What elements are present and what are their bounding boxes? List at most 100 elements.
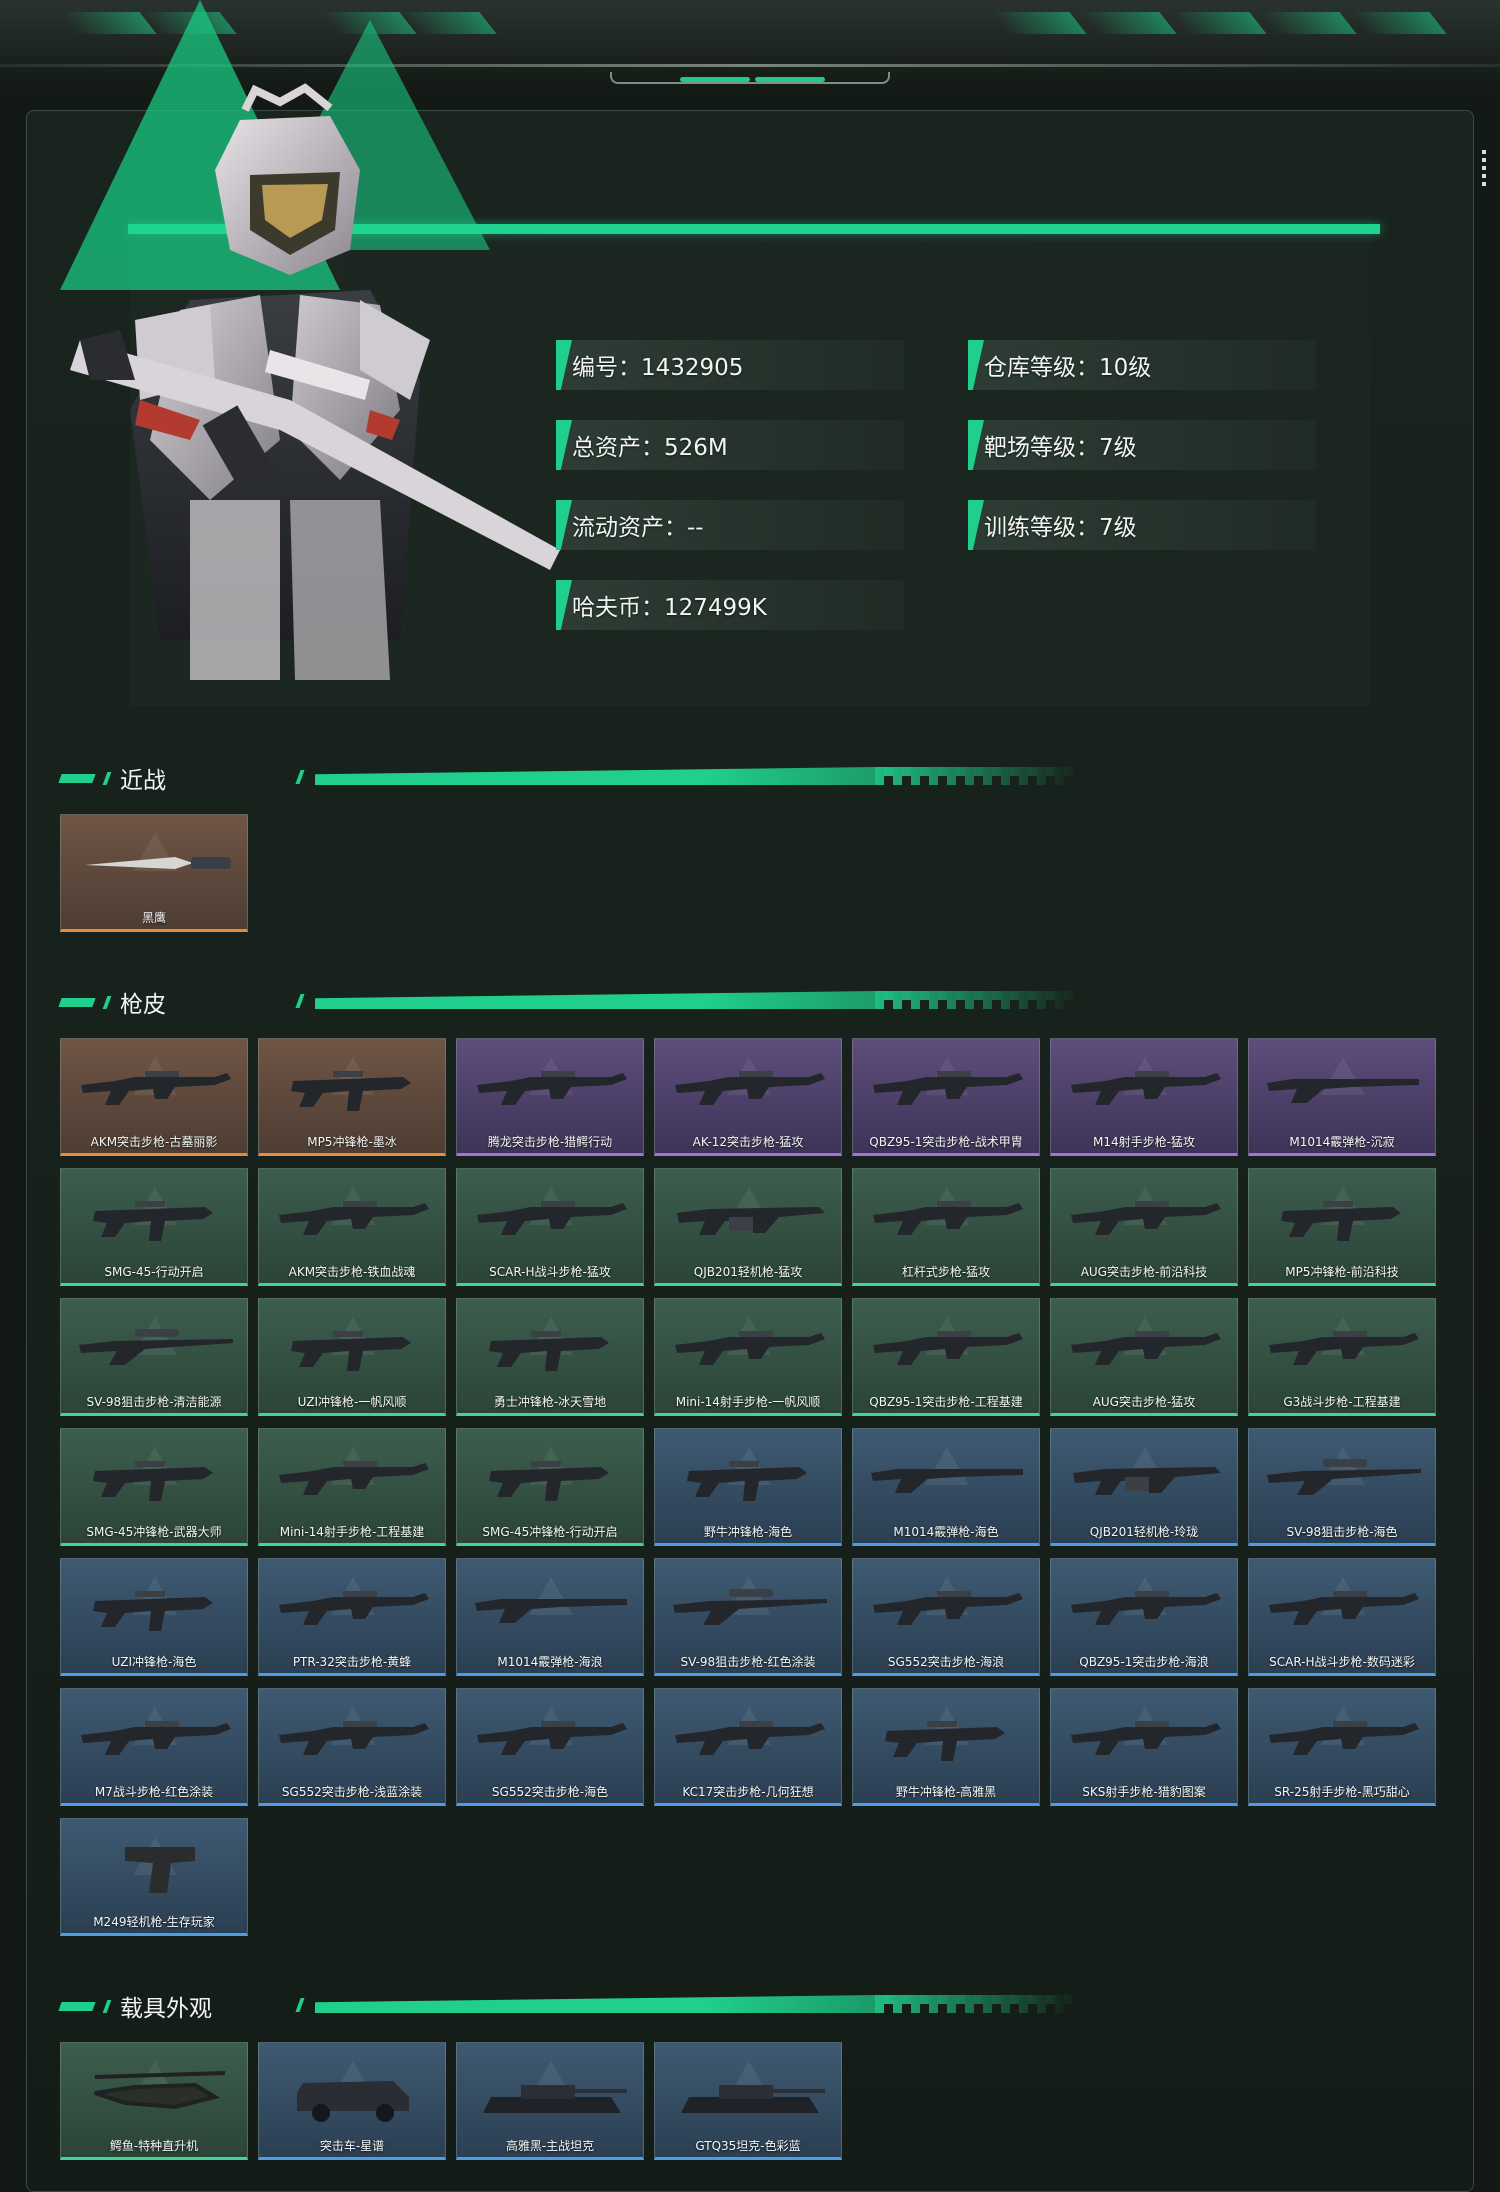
hud-light [680,77,750,82]
item-card[interactable]: 黑鹰 [60,814,248,932]
stat-total-assets: 总资产：526M [556,420,904,470]
rifle-icon [279,1591,429,1625]
item-card[interactable]: SCAR-H战斗步枪-数码迷彩 [1248,1558,1436,1676]
item-card[interactable]: MP5冲锋枪-墨冰 [258,1038,446,1156]
stat-haf-coins: 哈夫币：127499K [556,580,904,630]
item-card[interactable]: AKM突击步枪-古墓丽影 [60,1038,248,1156]
stat-range-level: 靶场等级：7级 [968,420,1316,470]
scroll-indicator[interactable] [1482,150,1486,190]
item-card[interactable]: M1014霰弹枪-沉寂 [1248,1038,1436,1156]
section-title: 近战 [120,768,166,794]
item-name: M1014霰弹枪-海浪 [497,1655,603,1669]
item-card[interactable]: SMG-45冲锋枪-行动开启 [456,1428,644,1546]
section-title: 载具外观 [120,1996,212,2022]
smg-icon [1281,1201,1401,1241]
item-name: UZI冲锋枪-海色 [111,1655,197,1669]
sniper-icon [673,1589,827,1625]
item-card[interactable]: MP5冲锋枪-前沿科技 [1248,1168,1436,1286]
rifle-icon [675,1071,825,1105]
item-card[interactable]: AUG突击步枪-前沿科技 [1050,1168,1238,1286]
item-name: AK-12突击步枪-猛攻 [692,1135,804,1149]
item-card[interactable]: SCAR-H战斗步枪-猛攻 [456,1168,644,1286]
section-title: 枪皮 [120,992,166,1018]
item-card[interactable]: 野牛冲锋枪-海色 [654,1428,842,1546]
item-name: AUG突击步枪-猛攻 [1092,1395,1196,1409]
item-card[interactable]: 杠杆式步枪-猛攻 [852,1168,1040,1286]
item-name: Mini-14射手步枪-工程基建 [279,1525,425,1539]
item-name: SV-98狙击步枪-海色 [1286,1525,1398,1539]
rifle-icon [1269,1591,1419,1625]
item-name: AKM突击步枪-古墓丽影 [90,1135,218,1149]
item-card[interactable]: M249轻机枪-生存玩家 [60,1818,248,1936]
stat-training-level: 训练等级：7级 [968,500,1316,550]
hud-light [755,77,825,82]
item-card[interactable]: M1014霰弹枪-海色 [852,1428,1040,1546]
rifle-icon [477,1721,627,1755]
section-header-vehicles: 载具外观 [58,1986,1084,2026]
item-name: QBZ95-1突击步枪-海浪 [1079,1655,1209,1669]
item-name: M1014霰弹枪-海色 [893,1525,999,1539]
item-card[interactable]: UZI冲锋枪-一帆风顺 [258,1298,446,1416]
item-card[interactable]: G3战斗步枪-工程基建 [1248,1298,1436,1416]
item-card[interactable]: SMG-45-行动开启 [60,1168,248,1286]
smg-icon [291,1071,411,1111]
item-card[interactable]: AUG突击步枪-猛攻 [1050,1298,1238,1416]
tank-icon [483,2085,627,2113]
item-card[interactable]: SMG-45冲锋枪-武器大师 [60,1428,248,1546]
rifle-icon [279,1201,429,1235]
shotgun-icon [1267,1079,1419,1103]
item-name: QBZ95-1突击步枪-工程基建 [869,1395,1023,1409]
item-card[interactable]: QBZ95-1突击步枪-战术甲胄 [852,1038,1040,1156]
item-card[interactable]: SKS射手步枪-猎豹图案 [1050,1688,1238,1806]
item-card[interactable]: 突击车-星谱 [258,2042,446,2160]
item-name: SR-25射手步枪-黑巧甜心 [1274,1785,1410,1799]
item-card[interactable]: AKM突击步枪-铁血战魂 [258,1168,446,1286]
shotgun-icon [871,1469,1023,1493]
item-card[interactable]: 腾龙突击步枪-猎鳄行动 [456,1038,644,1156]
item-card[interactable]: QBZ95-1突击步枪-工程基建 [852,1298,1040,1416]
item-card[interactable]: SG552突击步枪-浅蓝涂装 [258,1688,446,1806]
item-card[interactable]: SV-98狙击步枪-海色 [1248,1428,1436,1546]
item-card[interactable]: QJB201轻机枪-猛攻 [654,1168,842,1286]
item-name: 杠杆式步枪-猛攻 [901,1265,991,1279]
pistol-icon [125,1847,195,1893]
rifle-icon [279,1461,429,1495]
item-card[interactable]: 勇士冲锋枪-冰天雪地 [456,1298,644,1416]
smg-icon [93,1461,213,1501]
item-name: SG552突击步枪-海浪 [887,1655,1005,1669]
item-card[interactable]: UZI冲锋枪-海色 [60,1558,248,1676]
item-card[interactable]: 鳄鱼-特种直升机 [60,2042,248,2160]
item-card[interactable]: AK-12突击步枪-猛攻 [654,1038,842,1156]
item-name: MP5冲锋枪-前沿科技 [1285,1265,1399,1279]
item-card[interactable]: 高雅黑-主战坦克 [456,2042,644,2160]
smg-icon [885,1721,1005,1761]
item-card[interactable]: 野牛冲锋枪-高雅黑 [852,1688,1040,1806]
item-name: M7战斗步枪-红色涂装 [94,1785,214,1799]
item-name: 高雅黑-主战坦克 [505,2139,595,2153]
item-card[interactable]: Mini-14射手步枪-一帆风顺 [654,1298,842,1416]
item-card[interactable]: SV-98狙击步枪-红色涂装 [654,1558,842,1676]
lmg-icon [1073,1467,1221,1495]
stat-text: 哈夫币：127499K [572,595,767,621]
item-name: SKS射手步枪-猎豹图案 [1082,1785,1206,1799]
item-card[interactable]: M7战斗步枪-红色涂装 [60,1688,248,1806]
item-name: 勇士冲锋枪-冰天雪地 [493,1395,607,1409]
item-card[interactable]: QBZ95-1突击步枪-海浪 [1050,1558,1238,1676]
stat-text: 靶场等级：7级 [984,435,1137,461]
hud-stripe [1261,12,1357,34]
item-card[interactable]: KC17突击步枪-几何狂想 [654,1688,842,1806]
item-card[interactable]: SG552突击步枪-海浪 [852,1558,1040,1676]
item-card[interactable]: SV-98狙击步枪-清洁能源 [60,1298,248,1416]
item-card[interactable]: QJB201轻机枪-玲珑 [1050,1428,1238,1546]
item-name: SMG-45冲锋枪-武器大师 [86,1525,222,1539]
rifle-icon [675,1721,825,1755]
item-card[interactable]: GTQ35坦克-色彩蓝 [654,2042,842,2160]
item-card[interactable]: M14射手步枪-猛攻 [1050,1038,1238,1156]
rifle-icon [873,1201,1023,1235]
item-card[interactable]: M1014霰弹枪-海浪 [456,1558,644,1676]
item-card[interactable]: SG552突击步枪-海色 [456,1688,644,1806]
item-card[interactable]: PTR-32突击步枪-黄蜂 [258,1558,446,1676]
item-card[interactable]: SR-25射手步枪-黑巧甜心 [1248,1688,1436,1806]
stat-text: 总资产：526M [572,435,728,461]
item-card[interactable]: Mini-14射手步枪-工程基建 [258,1428,446,1546]
